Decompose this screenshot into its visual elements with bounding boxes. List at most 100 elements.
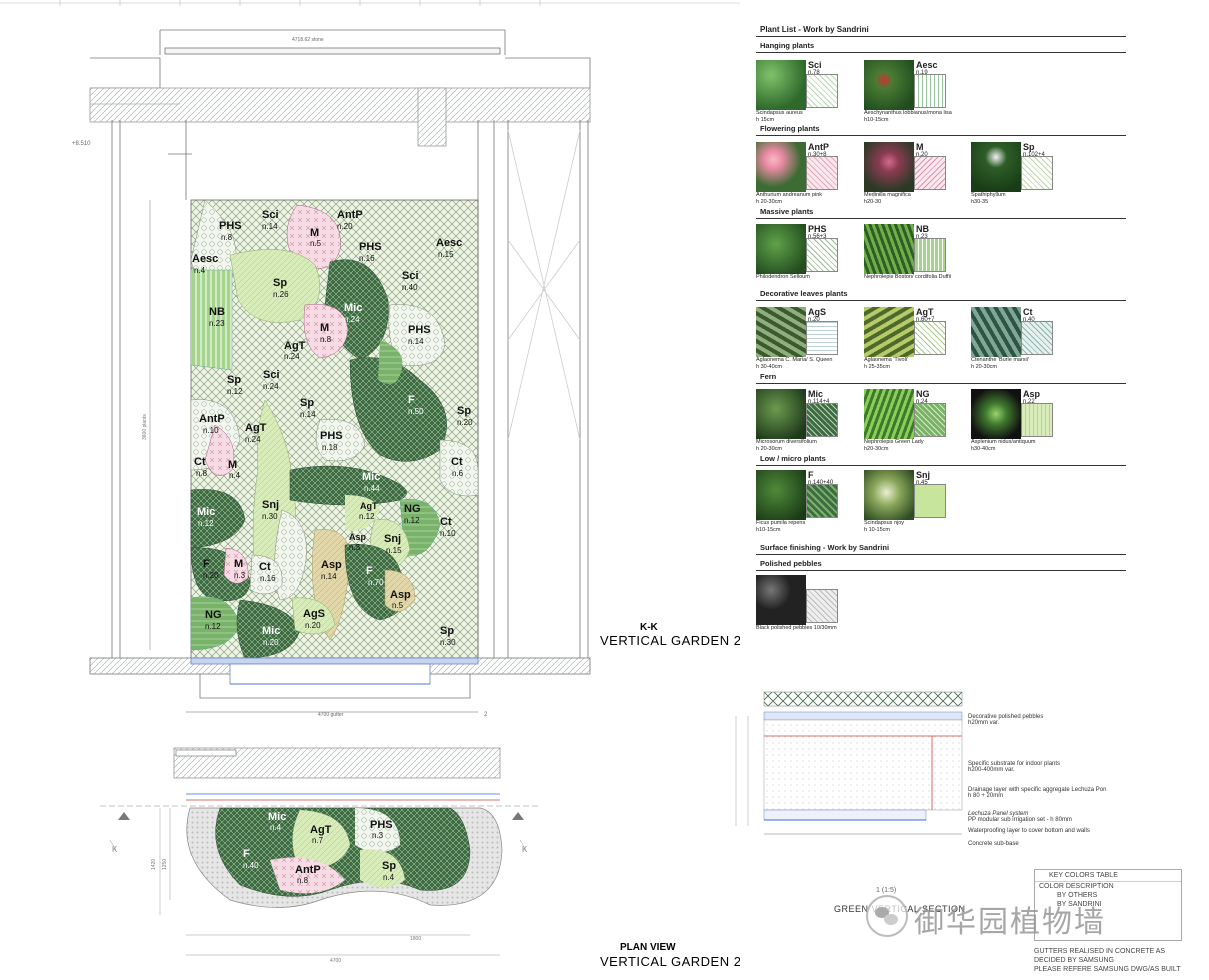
plant-count: n.56+3: [808, 234, 827, 240]
dim-small: 2: [484, 712, 488, 718]
svg-text:n.10: n.10: [203, 426, 219, 435]
svg-text:n.3: n.3: [349, 543, 361, 552]
zone-label: Spn.14: [300, 397, 316, 419]
plant-pattern-swatch: [914, 74, 946, 108]
plant-count: n.60+7: [916, 317, 935, 323]
plant-name: Spathiphyllum: [971, 192, 1006, 198]
svg-text:n.18: n.18: [322, 443, 338, 452]
key-table-title: KEY COLORS TABLE: [1049, 872, 1118, 879]
zone-label: Snjn.30: [262, 499, 279, 521]
svg-text:NB: NB: [209, 306, 225, 318]
zone-label: NBn.23: [209, 306, 225, 328]
pebbles-card: Black polished pebbles 10/30mm: [756, 575, 856, 641]
svg-text:Asp: Asp: [321, 559, 342, 571]
plant-code: NB: [916, 224, 929, 234]
svg-text:AntP: AntP: [295, 864, 321, 876]
plant-photo: [864, 60, 914, 110]
svg-text:PHS: PHS: [359, 241, 382, 253]
plant-photo: [756, 307, 806, 357]
plant-code: AgS: [808, 307, 826, 317]
plant-code: Sci: [808, 60, 822, 70]
plan-dim-b: 1250: [162, 859, 168, 870]
plant-code: Aesc: [916, 60, 938, 70]
plant-name: Microsorum diversifolium: [756, 439, 817, 445]
svg-text:n.5: n.5: [310, 239, 322, 248]
plant-code: Mic: [808, 389, 824, 399]
plant-photo: [864, 224, 914, 274]
svg-text:n.12: n.12: [227, 387, 243, 396]
plant-size: h 25-35cm: [864, 364, 890, 370]
dim-vertical: 3600 plants: [142, 414, 148, 440]
note-line: GUTTERS REALISED IN CONCRETE AS: [1034, 948, 1166, 955]
section-detail-drawing: [735, 691, 963, 835]
plant-card: AgS n.20 Aglaonema C. Maria/ S. Queen h …: [756, 307, 856, 373]
plant-card: NG n.24 Nephrolepis Green Lady h20-30cm: [864, 389, 964, 455]
plant-count: n.102+4: [1023, 152, 1045, 158]
plant-pattern-swatch: [914, 156, 946, 190]
layer-label: Concrete sub-base: [968, 841, 1019, 847]
note-line: PLEASE REFERE SAMSUNG DWG/AS BUILT: [1034, 966, 1181, 973]
layer-label: Waterproofing layer to cover bottom and …: [968, 828, 1090, 834]
zone-label: Scin.24: [263, 369, 280, 391]
plant-card: Snj n.45 Scindapsus njoy h 10-15cm: [864, 470, 964, 536]
svg-text:PHS: PHS: [320, 430, 343, 442]
vertical-garden-panel: [190, 199, 479, 659]
zone-label: Scin.40: [402, 270, 419, 292]
svg-text:n.30: n.30: [440, 638, 456, 647]
svg-text:NG: NG: [205, 609, 222, 621]
svg-text:F: F: [366, 565, 373, 577]
svg-text:n.20: n.20: [337, 222, 353, 231]
svg-text:Sp: Sp: [273, 277, 287, 289]
plant-card: AgT n.60+7 Aglaonema 'Tivoli' h 25-35cm: [864, 307, 964, 373]
svg-text:M: M: [234, 558, 243, 570]
svg-text:Sp: Sp: [227, 374, 241, 386]
svg-text:M: M: [320, 322, 329, 334]
plant-pattern-swatch: [1021, 403, 1053, 437]
svg-text:n.4: n.4: [194, 266, 206, 275]
svg-text:AgS: AgS: [303, 608, 325, 620]
pebbles-name: Black polished pebbles 10/30mm: [756, 625, 837, 631]
plant-code: Asp: [1023, 389, 1041, 399]
plant-name: Aglaonema C. Maria/ S. Queen: [756, 357, 833, 363]
plant-pattern-swatch: [806, 403, 838, 437]
plant-photo: [971, 142, 1021, 192]
elevation-title: VERTICAL GARDEN 2: [600, 633, 740, 648]
plant-size: h 20-30cm: [756, 446, 782, 452]
plant-pattern-swatch: [806, 74, 838, 108]
svg-text:n.30: n.30: [262, 512, 278, 521]
plant-pattern-swatch: [1021, 156, 1053, 190]
svg-text:n.20: n.20: [203, 571, 219, 580]
plant-photo: [864, 470, 914, 520]
plant-name: Nephrolepis Green Lady: [864, 439, 924, 445]
plant-count: n.40: [1023, 317, 1035, 323]
svg-text:n.26: n.26: [273, 290, 289, 299]
plant-size: h30-35: [971, 199, 989, 205]
svg-text:n.24: n.24: [245, 435, 261, 444]
plan-dim-d: 4700: [330, 958, 341, 964]
svg-text:Mic: Mic: [197, 506, 215, 518]
svg-text:Mic: Mic: [344, 302, 362, 314]
svg-text:Snj: Snj: [262, 499, 279, 511]
section-low-micro: Low / micro plants: [760, 454, 826, 463]
plant-photo: [756, 470, 806, 520]
svg-text:AgT: AgT: [360, 501, 378, 511]
svg-text:n.14: n.14: [321, 572, 337, 581]
svg-text:n.8: n.8: [297, 876, 309, 885]
plant-name: Anthurium andreanum pink: [756, 192, 823, 198]
plant-name: Scindapsus njoy: [864, 520, 905, 526]
top-ruler: [0, 0, 740, 6]
plant-pattern-swatch: [806, 321, 838, 355]
svg-text:n.40: n.40: [402, 283, 418, 292]
layer-label: Drainage layer with specific aggregate L…: [968, 787, 1107, 799]
surface-title: Surface finishing - Work by Sandrini: [760, 543, 890, 552]
plant-pattern-swatch: [914, 238, 946, 272]
plant-card: Sp n.102+4 Spathiphyllum h30-35: [971, 142, 1071, 208]
zone-label: Micn.12: [197, 506, 215, 528]
svg-text:Sci: Sci: [263, 369, 280, 381]
plant-pattern-swatch: [1021, 321, 1053, 355]
plant-card: M n.20 Medinilla magnifica h20-30: [864, 142, 964, 208]
plant-photo: [756, 389, 806, 439]
gutter-notes: GUTTERS REALISED IN CONCRETE AS DECIDED …: [1034, 947, 1181, 974]
plant-card: PHS n.56+3 Philodendron Selloum: [756, 224, 856, 290]
plant-count: n.19: [916, 70, 928, 76]
